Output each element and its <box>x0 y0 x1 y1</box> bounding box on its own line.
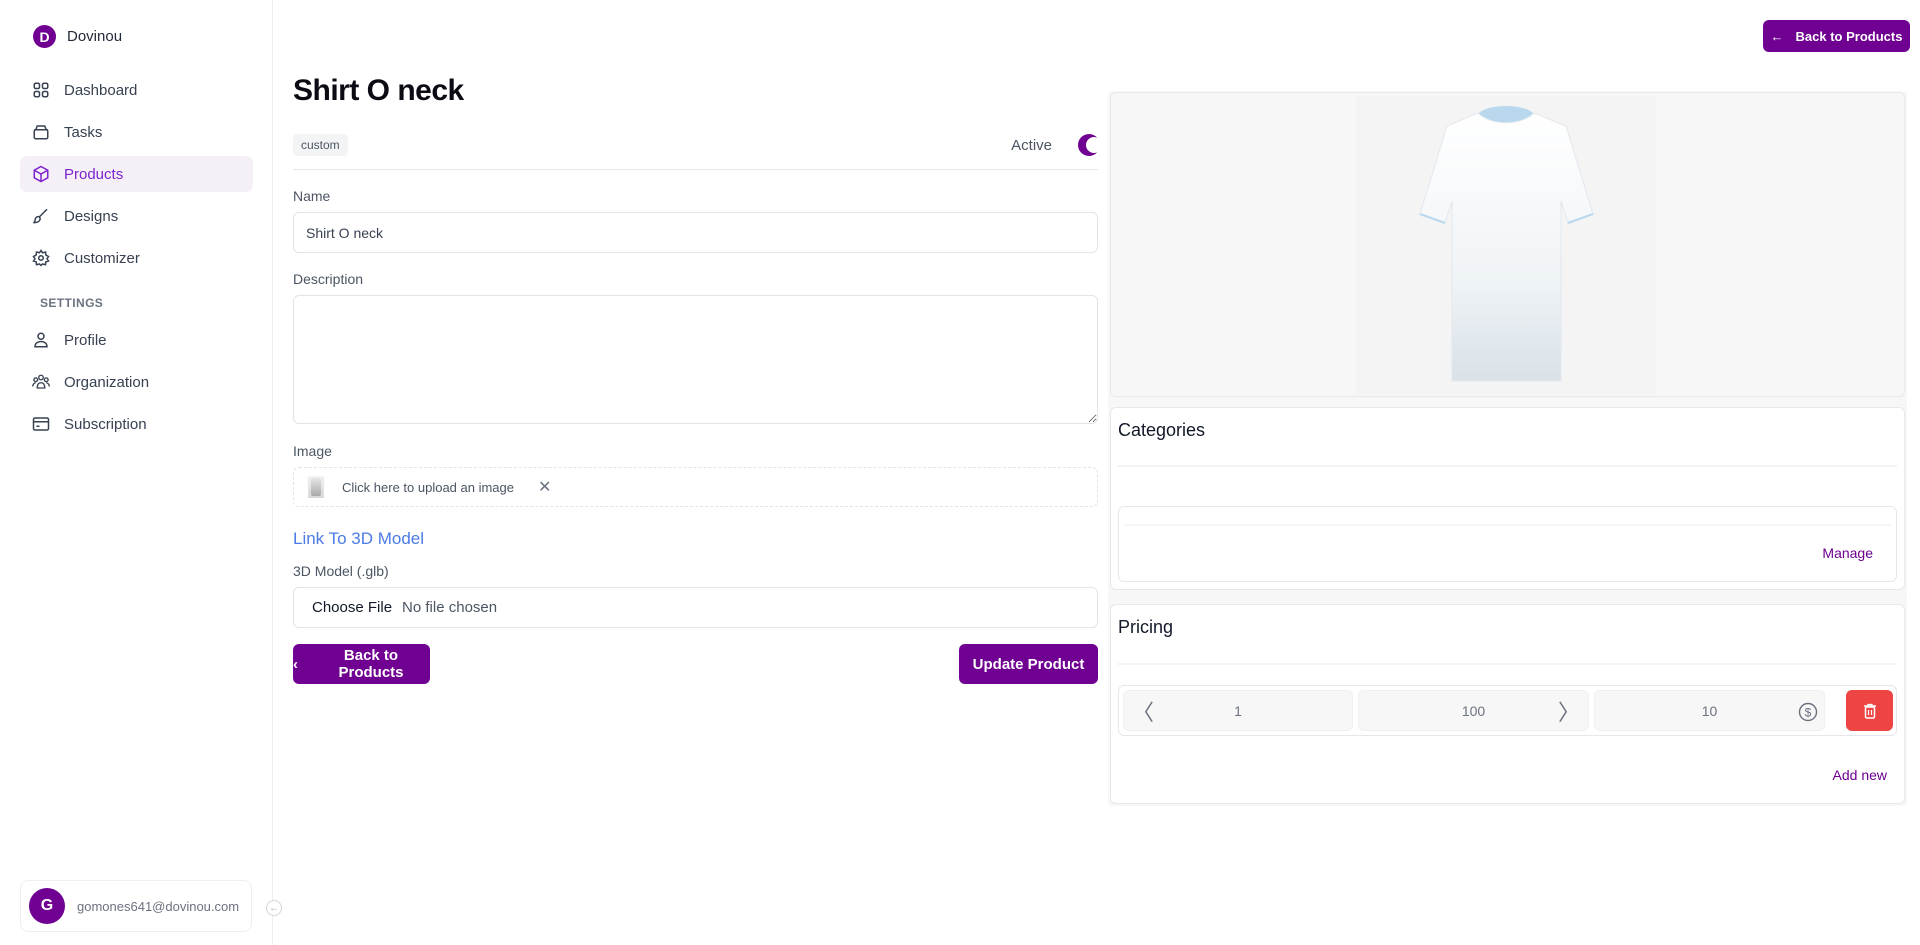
page-title: Shirt O neck <box>293 74 464 107</box>
name-input[interactable] <box>293 212 1098 253</box>
product-type-badge: custom <box>293 134 348 156</box>
price-input[interactable]: 10 $ <box>1594 690 1825 731</box>
sidebar-item-subscription[interactable]: Subscription <box>20 406 253 442</box>
active-toggle-group: Active <box>1011 134 1098 156</box>
pricing-row: 〈 1 100 〉 10 $ <box>1118 685 1897 736</box>
divider <box>1124 524 1891 526</box>
svg-text:$: $ <box>1805 706 1812 720</box>
sidebar-item-organization[interactable]: Organization <box>20 364 253 400</box>
settings-section-header: SETTINGS <box>40 296 104 310</box>
form-actions: ‹ Back to Products Update Product <box>293 644 1098 684</box>
credit-card-icon <box>32 417 50 431</box>
categories-title: Categories <box>1118 420 1206 440</box>
divider <box>1118 465 1897 467</box>
description-textarea[interactable] <box>293 295 1098 424</box>
min-quantity-value: 1 <box>1234 702 1242 719</box>
product-image <box>1356 96 1656 394</box>
name-label: Name <box>293 188 331 204</box>
model-label: 3D Model (.glb) <box>293 563 389 579</box>
active-toggle[interactable] <box>1078 134 1098 156</box>
sidebar-item-designs[interactable]: Designs <box>20 198 253 234</box>
sidebar-item-profile[interactable]: Profile <box>20 322 253 358</box>
app-root: D Dovinou Dashboard Tasks Products Desig… <box>0 0 1920 945</box>
sidebar-item-label: Designs <box>64 207 119 225</box>
chevron-left-icon: ‹ <box>293 655 298 673</box>
sidebar-item-label: Dashboard <box>64 81 138 99</box>
header-back-to-products-button[interactable]: ← Back to Products <box>1763 20 1910 52</box>
sidebar-item-label: Organization <box>64 373 150 391</box>
chevron-right-icon: 〉 <box>1557 699 1580 725</box>
chevron-left-icon: 〈 <box>1132 699 1155 725</box>
link-to-3d-model[interactable]: Link To 3D Model <box>293 529 424 549</box>
user-card[interactable]: G gomones641@dovinou.com <box>20 880 252 932</box>
right-panel: Categories Manage Pricing 〈 1 100 〉 10 $… <box>1108 91 1907 806</box>
choose-file-button[interactable]: Choose File <box>312 599 392 616</box>
back-to-products-button[interactable]: ‹ Back to Products <box>293 644 430 684</box>
categories-list: Manage <box>1118 506 1897 582</box>
sidebar-item-dashboard[interactable]: Dashboard <box>20 72 253 108</box>
sidebar-item-label: Profile <box>64 331 107 349</box>
arrow-left-icon: ← <box>269 902 279 914</box>
categories-card: Categories Manage <box>1110 407 1905 590</box>
collapse-sidebar-button[interactable]: ← <box>266 900 282 916</box>
image-upload-dropzone[interactable]: Click here to upload an image ✕ <box>293 467 1098 507</box>
tshirt-image <box>1419 106 1594 382</box>
divider <box>293 169 1098 170</box>
grid-icon <box>33 82 49 98</box>
product-meta-row: custom Active <box>293 132 1098 158</box>
brand-name: Dovinou <box>67 28 123 45</box>
close-icon[interactable]: ✕ <box>538 477 551 497</box>
dollar-icon: $ <box>1798 702 1818 722</box>
product-form: Shirt O neck custom Active Name Descript… <box>293 70 1098 684</box>
avatar: G <box>29 888 65 924</box>
max-quantity-value: 100 <box>1461 702 1486 719</box>
gear-icon <box>32 249 50 267</box>
sidebar: D Dovinou Dashboard Tasks Products Desig… <box>0 0 273 945</box>
brand[interactable]: D Dovinou <box>33 25 122 48</box>
sidebar-item-tasks[interactable]: Tasks <box>20 114 253 150</box>
divider <box>1118 663 1897 665</box>
arrow-left-icon: ← <box>1770 28 1784 44</box>
sidebar-item-label: Customizer <box>64 249 140 267</box>
trash-icon <box>1863 703 1876 719</box>
max-quantity-input[interactable]: 100 〉 <box>1358 690 1589 731</box>
sidebar-item-customizer[interactable]: Customizer <box>20 240 253 276</box>
image-label: Image <box>293 443 332 459</box>
sidebar-nav: Dashboard Tasks Products Designs Customi… <box>20 72 253 448</box>
add-new-price-link[interactable]: Add new <box>1833 767 1887 783</box>
pricing-title: Pricing <box>1118 617 1174 637</box>
brush-icon <box>33 208 48 224</box>
min-quantity-input[interactable]: 〈 1 <box>1123 690 1353 731</box>
button-label: Back to Products <box>338 647 404 681</box>
brand-logo: D <box>33 25 56 48</box>
product-image-card <box>1110 92 1905 397</box>
sidebar-item-label: Tasks <box>64 123 103 141</box>
description-label: Description <box>293 271 364 287</box>
file-status: No file chosen <box>402 599 498 616</box>
user-icon <box>34 332 48 348</box>
sidebar-item-products[interactable]: Products <box>20 156 253 192</box>
button-label: Back to Products <box>1795 28 1903 44</box>
model-file-input[interactable]: Choose File No file chosen <box>293 587 1098 628</box>
pricing-card: Pricing 〈 1 100 〉 10 $ Add new <box>1110 604 1905 804</box>
cube-icon <box>33 165 49 183</box>
upload-text: Click here to upload an image <box>342 479 514 495</box>
image-thumbnail <box>308 476 324 498</box>
tray-icon <box>33 125 49 140</box>
price-value: 10 <box>1701 702 1718 719</box>
update-product-button[interactable]: Update Product <box>959 644 1098 684</box>
sidebar-item-label: Products <box>64 165 124 183</box>
active-label: Active <box>1011 136 1052 154</box>
manage-categories-link[interactable]: Manage <box>1822 545 1873 561</box>
delete-price-button[interactable] <box>1846 690 1893 731</box>
user-email: gomones641@dovinou.com <box>77 898 240 914</box>
sidebar-item-label: Subscription <box>64 415 147 433</box>
users-icon <box>32 374 50 389</box>
